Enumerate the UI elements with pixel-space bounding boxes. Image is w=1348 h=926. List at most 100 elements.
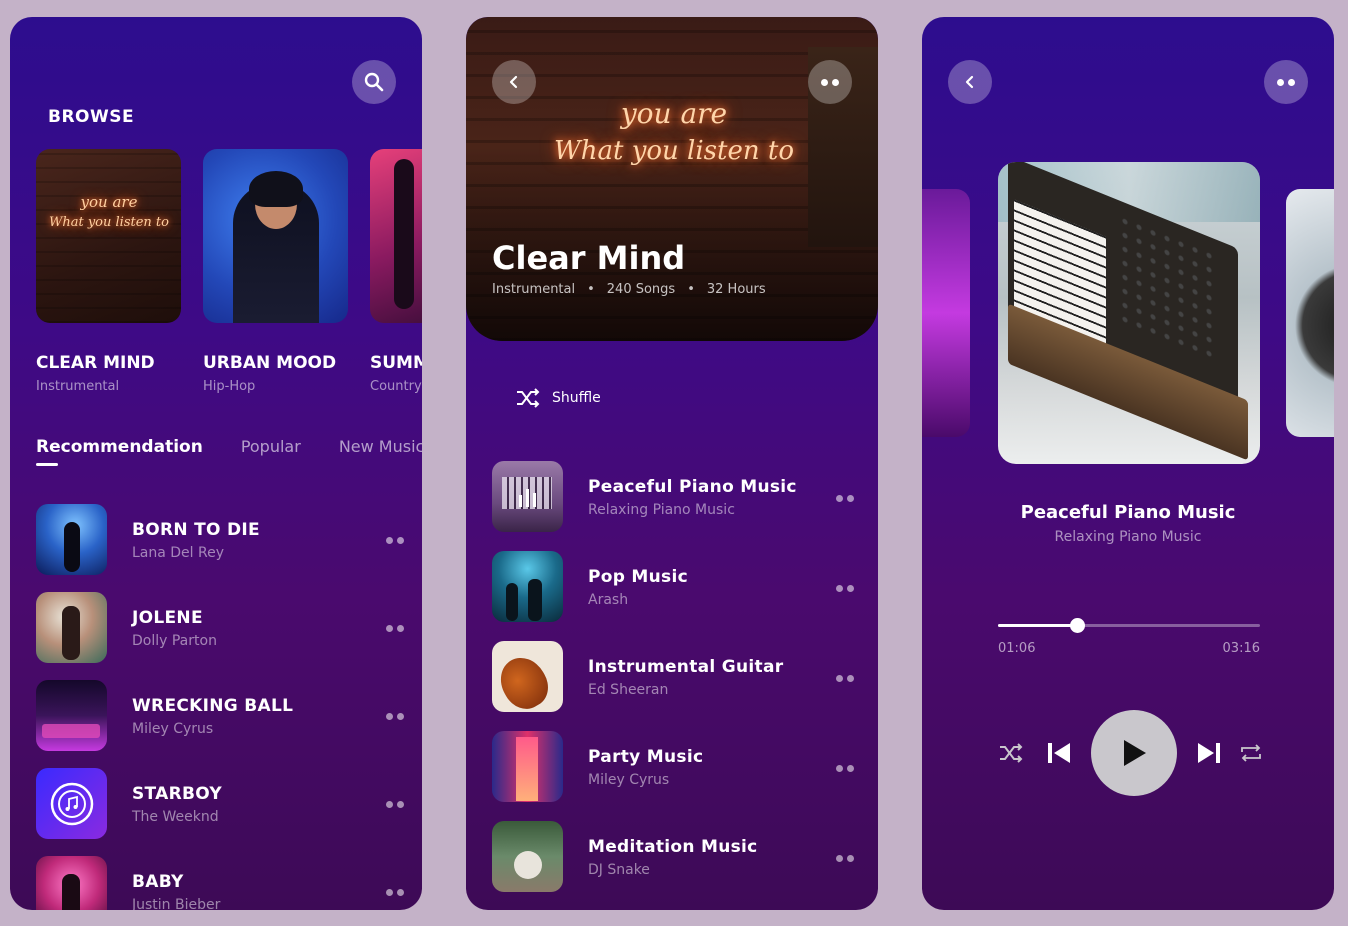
list-item[interactable]: Meditation Music DJ Snake [492,821,854,910]
track-title: BABY [132,872,184,892]
shuffle-button[interactable]: Shuffle [516,388,601,408]
list-item[interactable]: WRECKING BALL Miley Cyrus [36,680,406,768]
category-card-clear-mind[interactable]: you are What you listen to CLEAR MIND In… [36,149,181,394]
skip-previous-icon [1048,743,1070,763]
equalizer-icon [519,489,536,507]
more-options-icon[interactable] [386,537,404,544]
track-thumbnail [36,680,107,751]
track-thumbnail [492,551,563,622]
track-thumbnail [36,504,107,575]
tab-popular[interactable]: Popular [241,437,301,457]
tab-new-music[interactable]: New Music [339,437,422,457]
track-title: JOLENE [132,608,203,628]
track-thumbnail [36,768,107,839]
card-subtitle: Country [370,379,422,394]
play-button[interactable] [1091,710,1177,796]
track-artist: DJ Snake [588,862,650,878]
playlist-title: Clear Mind [492,239,686,277]
track-title: Instrumental Guitar [588,657,784,677]
list-item[interactable]: STARBOY The Weeknd [36,768,406,856]
more-options-button[interactable] [808,60,852,104]
more-options-icon[interactable] [386,889,404,896]
list-item[interactable]: Instrumental Guitar Ed Sheeran [492,641,854,731]
more-options-icon[interactable] [386,713,404,720]
music-note-icon [50,782,93,825]
shuffle-label: Shuffle [552,390,601,406]
previous-album-art[interactable] [922,189,970,437]
list-item[interactable]: BABY Justin Bieber [36,856,406,910]
list-item[interactable]: BORN TO DIE Lana Del Rey [36,504,406,592]
play-icon [1124,740,1146,766]
skip-next-icon [1198,743,1220,763]
track-title: Pop Music [588,567,688,587]
list-item[interactable]: JOLENE Dolly Parton [36,592,406,680]
card-image [203,149,348,323]
search-button[interactable] [352,60,396,104]
playlist-screen: you are What you listen to Clear Mind In… [466,17,878,910]
more-options-icon [1277,78,1295,86]
playlist-duration: 32 Hours [706,282,766,297]
playlist-meta: Instrumental • 240 Songs • 32 Hours [492,282,766,297]
now-playing-artist: Relaxing Piano Music [1054,529,1202,545]
track-title: STARBOY [132,784,222,804]
track-artist: Dolly Parton [132,633,217,649]
progress-fill [998,624,1077,627]
previous-button[interactable] [1046,740,1072,766]
chevron-left-icon [509,75,518,89]
search-icon [364,72,384,92]
elapsed-time: 01:06 [998,641,1036,656]
category-card-summer[interactable]: SUMM Country [370,149,422,394]
total-time: 03:16 [1222,641,1260,656]
repeat-button[interactable] [1239,741,1263,765]
more-options-icon[interactable] [386,801,404,808]
track-artist: Miley Cyrus [132,721,214,737]
progress-bar[interactable] [998,618,1260,633]
track-title: Peaceful Piano Music [588,477,797,497]
track-artist: Ed Sheeran [588,682,669,698]
track-artist: Lana Del Rey [132,545,225,561]
category-cards: you are What you listen to CLEAR MIND In… [36,149,422,394]
more-options-icon[interactable] [386,625,404,632]
playlist-genre: Instrumental [492,282,576,297]
back-button[interactable] [948,60,992,104]
progress-knob[interactable] [1069,618,1085,633]
playlist-tracks: Peaceful Piano Music Relaxing Piano Musi… [492,461,854,910]
more-options-icon [821,78,839,86]
track-artist: Miley Cyrus [588,772,670,788]
list-item[interactable]: Pop Music Arash [492,551,854,641]
card-image: you are What you listen to [36,149,181,323]
more-options-icon[interactable] [836,585,854,592]
meta-separator: • [587,282,595,297]
shuffle-button[interactable] [998,741,1024,765]
track-thumbnail [36,856,107,910]
more-options-button[interactable] [1264,60,1308,104]
card-subtitle: Instrumental [36,379,120,394]
neon-sign-text: you are What you listen to [49,193,169,230]
back-button[interactable] [492,60,536,104]
track-artist: Relaxing Piano Music [588,502,735,518]
more-options-icon[interactable] [836,855,854,862]
more-options-icon[interactable] [836,675,854,682]
next-button[interactable] [1196,740,1222,766]
tabs: Recommendation Popular New Music [36,437,422,466]
track-title: WRECKING BALL [132,696,294,716]
track-thumbnail [492,821,563,892]
more-options-icon[interactable] [836,765,854,772]
next-album-art[interactable] [1286,189,1334,437]
track-artist: The Weeknd [132,809,219,825]
chevron-left-icon [965,75,974,89]
card-title: SUMM [370,353,422,373]
album-art [998,162,1260,464]
list-item[interactable]: Peaceful Piano Music Relaxing Piano Musi… [492,461,854,551]
tab-recommendation[interactable]: Recommendation [36,437,203,466]
shuffle-icon [517,388,540,408]
category-card-urban-mood[interactable]: URBAN MOOD Hip-Hop [203,149,348,394]
meta-separator: • [687,282,695,297]
recommendation-list: BORN TO DIE Lana Del Rey JOLENE Dolly Pa… [36,504,406,910]
track-title: BORN TO DIE [132,520,260,540]
playlist-song-count: 240 Songs [606,282,676,297]
more-options-icon[interactable] [836,495,854,502]
list-item[interactable]: Party Music Miley Cyrus [492,731,854,821]
shuffle-icon [1000,743,1023,763]
track-thumbnail [36,592,107,663]
